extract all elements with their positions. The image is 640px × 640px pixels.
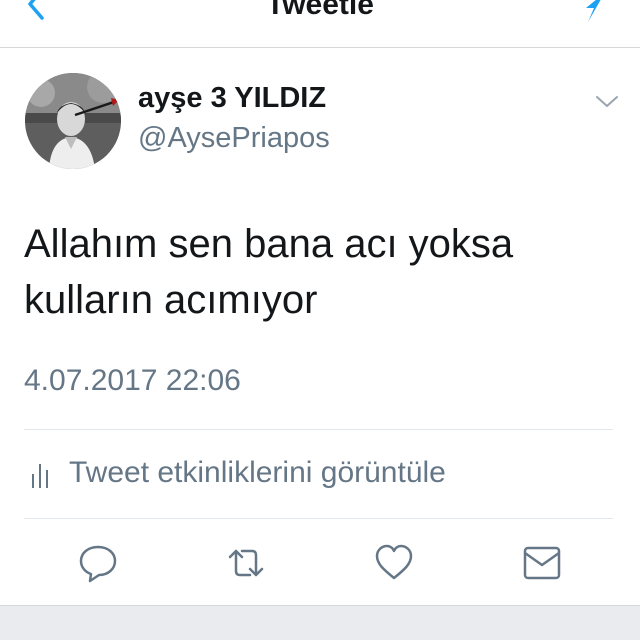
retweet-icon: [228, 549, 264, 577]
envelope-icon: [523, 546, 561, 580]
reply-icon: [79, 545, 117, 583]
tweet-menu-button[interactable]: [594, 92, 620, 112]
reply-button[interactable]: [78, 543, 118, 583]
bottom-panel: [0, 605, 640, 640]
bar-chart-icon: [32, 464, 48, 488]
avatar[interactable]: [25, 73, 121, 169]
direct-message-button[interactable]: [522, 543, 562, 583]
retweet-button[interactable]: [226, 543, 266, 583]
author-display-name[interactable]: ayşe 3 YILDIZ: [138, 82, 326, 115]
divider: [24, 518, 613, 519]
author-handle[interactable]: @AysePriapos: [138, 122, 330, 155]
like-button[interactable]: [374, 543, 414, 583]
heart-icon: [375, 544, 413, 580]
page-title: Tweetle: [266, 0, 374, 21]
navigation-bar: Tweetle: [0, 0, 640, 48]
activity-label: Tweet etkinliklerini görüntüle: [69, 456, 446, 489]
view-tweet-activity-button[interactable]: Tweet etkinliklerini görüntüle: [24, 452, 624, 496]
divider: [24, 429, 613, 430]
compose-icon: [586, 0, 601, 22]
chevron-down-icon: [596, 96, 618, 107]
compose-button[interactable]: [574, 0, 618, 30]
tweet-timestamp: 4.07.2017 22:06: [24, 364, 241, 397]
avatar-photo: [25, 73, 121, 169]
tweet-text: Allahım sen bana acı yoksa kulların acım…: [24, 222, 514, 322]
